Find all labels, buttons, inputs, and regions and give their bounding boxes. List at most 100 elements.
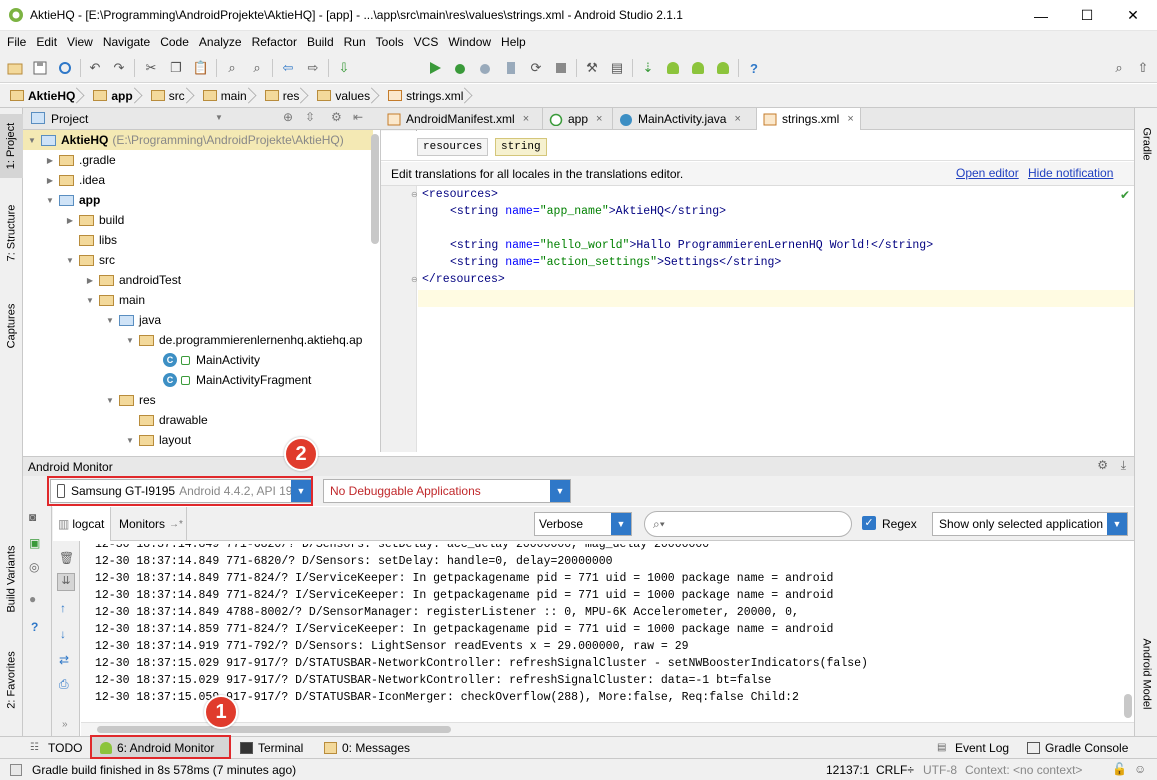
replace-icon[interactable]: ⌕ <box>248 59 266 77</box>
breadcrumb-item[interactable]: strings.xml <box>384 85 469 107</box>
menu-code[interactable]: Code <box>155 35 194 49</box>
tree-node[interactable]: ▶ androidTest <box>23 270 373 290</box>
hide-panel-icon[interactable]: ⇤ <box>353 110 363 124</box>
help-icon[interactable]: ? <box>745 59 763 77</box>
run-icon[interactable] <box>426 59 444 77</box>
breadcrumb-item[interactable]: src <box>147 85 191 107</box>
tool-tab-messages[interactable]: 0: Messages <box>324 737 410 759</box>
xml-crumb-string[interactable]: string <box>495 138 547 156</box>
tree-node[interactable]: ▼ layout <box>23 430 373 450</box>
rerun-icon[interactable]: ⟳ <box>527 59 545 77</box>
tool-tab-build-variants[interactable]: Build Variants <box>0 536 23 622</box>
android-device-monitor-icon[interactable] <box>714 59 732 77</box>
tree-node[interactable]: ▼ src <box>23 250 373 270</box>
menu-vcs[interactable]: VCS <box>409 35 444 49</box>
tree-node[interactable]: ▼ app <box>23 190 373 210</box>
tree-node[interactable]: ▼ java <box>23 310 373 330</box>
stop-icon[interactable] <box>552 59 570 77</box>
file-encoding[interactable]: UTF-8 <box>923 763 957 777</box>
tab-app[interactable]: app × <box>543 108 613 130</box>
lock-icon[interactable]: 🔓 <box>1112 762 1127 776</box>
tool-tab-structure[interactable]: 7: Structure <box>0 200 23 266</box>
project-structure-icon[interactable]: ⚒ <box>583 59 601 77</box>
maximize-button[interactable]: ☐ <box>1064 0 1110 31</box>
cut-icon[interactable]: ✂ <box>142 59 160 77</box>
save-icon[interactable] <box>31 59 49 77</box>
fold-icon[interactable]: ⊖ <box>411 190 418 199</box>
close-tab-icon[interactable]: × <box>596 113 602 125</box>
forward-icon[interactable]: ⇨ <box>304 59 322 77</box>
menu-file[interactable]: File <box>2 35 31 49</box>
back-icon[interactable]: ⇦ <box>279 59 297 77</box>
menu-analyze[interactable]: Analyze <box>194 35 247 49</box>
collapse-icon[interactable]: ⇳ <box>305 110 315 124</box>
tab-logcat[interactable]: ▥ logcat <box>53 507 111 541</box>
system-info-icon[interactable]: ◎ <box>29 560 39 574</box>
up-arrow-icon[interactable]: ↑ <box>60 601 66 615</box>
terminate-icon[interactable]: ● <box>29 592 36 606</box>
more-icon[interactable]: » <box>62 719 68 730</box>
close-tab-icon[interactable]: × <box>523 113 529 125</box>
down-arrow-icon[interactable]: ↓ <box>60 627 66 641</box>
menu-edit[interactable]: Edit <box>31 35 62 49</box>
tool-tab-event-log[interactable]: ▤ Event Log <box>937 737 1009 759</box>
tree-node[interactable]: libs <box>23 230 373 250</box>
debug-icon[interactable] <box>451 59 469 77</box>
breadcrumb-item[interactable]: app <box>89 85 138 107</box>
scroll-to-end-icon[interactable]: ⇊ <box>57 573 75 591</box>
settings-icon[interactable]: ▤ <box>608 59 626 77</box>
sync-icon[interactable] <box>56 59 74 77</box>
tree-node[interactable]: drawable <box>23 410 373 430</box>
paste-icon[interactable]: 📋 <box>192 59 210 77</box>
tool-tab-gradle-console[interactable]: Gradle Console <box>1027 737 1128 759</box>
hide-notification-link[interactable]: Hide notification <box>1028 166 1113 180</box>
tool-tab-project[interactable]: 1: Project <box>0 114 23 178</box>
app-select[interactable]: No Debuggable Applications ▼ <box>323 479 571 503</box>
tree-node[interactable]: ▼ res <box>23 390 373 410</box>
gradle-sync-icon[interactable]: ⇣ <box>639 59 657 77</box>
tool-tab-captures[interactable]: Captures <box>0 296 23 356</box>
menu-navigate[interactable]: Navigate <box>98 35 155 49</box>
print-icon[interactable]: ⎙ <box>59 677 69 692</box>
breadcrumb-item[interactable]: res <box>261 85 306 107</box>
log-horizontal-scrollbar[interactable] <box>81 722 1134 736</box>
log-vertical-scrollbar[interactable] <box>1124 694 1132 718</box>
menu-build[interactable]: Build <box>302 35 339 49</box>
avd-manager-icon[interactable] <box>664 59 682 77</box>
clear-log-icon[interactable]: 🗑 <box>59 551 74 565</box>
make-project-icon[interactable]: ⇩ <box>335 59 353 77</box>
regex-checkbox[interactable]: ✓ <box>862 516 876 530</box>
screenshot-icon[interactable]: ◙ <box>29 510 36 524</box>
tool-tab-todo[interactable]: ☷ TODO <box>30 737 82 759</box>
project-tree-scrollbar[interactable] <box>371 134 379 244</box>
redo-icon[interactable]: ↷ <box>110 59 128 77</box>
tree-node[interactable]: ▶ build <box>23 210 373 230</box>
logcat-output[interactable]: 12-30 18:37:14.849 771-6820/? D/Sensors:… <box>81 542 1134 722</box>
tool-tab-android-model[interactable]: Android Model <box>1135 628 1157 720</box>
soft-wrap-icon[interactable]: ⇄ <box>59 653 69 667</box>
open-folder-icon[interactable] <box>6 59 24 77</box>
tree-node[interactable]: ▼ main <box>23 290 373 310</box>
caret-position[interactable]: 12137:1 <box>826 763 869 777</box>
tool-tab-favorites[interactable]: 2: Favorites <box>0 644 23 716</box>
locate-icon[interactable]: ⊕ <box>283 110 293 124</box>
menu-view[interactable]: View <box>62 35 98 49</box>
search-everywhere-icon[interactable]: ⌕ <box>1110 59 1128 77</box>
menu-help[interactable]: Help <box>496 35 531 49</box>
xml-crumb-resources[interactable]: resources <box>417 138 489 156</box>
gear-icon[interactable]: ⚙ <box>1097 458 1108 472</box>
find-icon[interactable]: ⌕ <box>223 59 241 77</box>
log-filter-select[interactable]: Show only selected application ▼ <box>932 512 1128 536</box>
breadcrumb-item[interactable]: main <box>199 85 253 107</box>
attach-debugger-icon[interactable] <box>476 59 494 77</box>
fold-icon[interactable]: ⊖ <box>411 275 418 284</box>
close-tab-icon[interactable]: × <box>847 113 853 125</box>
minimize-button[interactable]: — <box>1018 0 1064 31</box>
screen-record-icon[interactable]: ▣ <box>29 536 40 550</box>
log-search-input[interactable]: ⌕▾ <box>644 511 852 537</box>
open-editor-link[interactable]: Open editor <box>956 166 1019 180</box>
code-editor[interactable]: <resources> <string name="app_name">Akti… <box>418 186 1134 452</box>
line-separator[interactable]: CRLF÷ <box>876 763 914 777</box>
help-icon[interactable]: ? <box>31 620 38 634</box>
menu-tools[interactable]: Tools <box>371 35 409 49</box>
